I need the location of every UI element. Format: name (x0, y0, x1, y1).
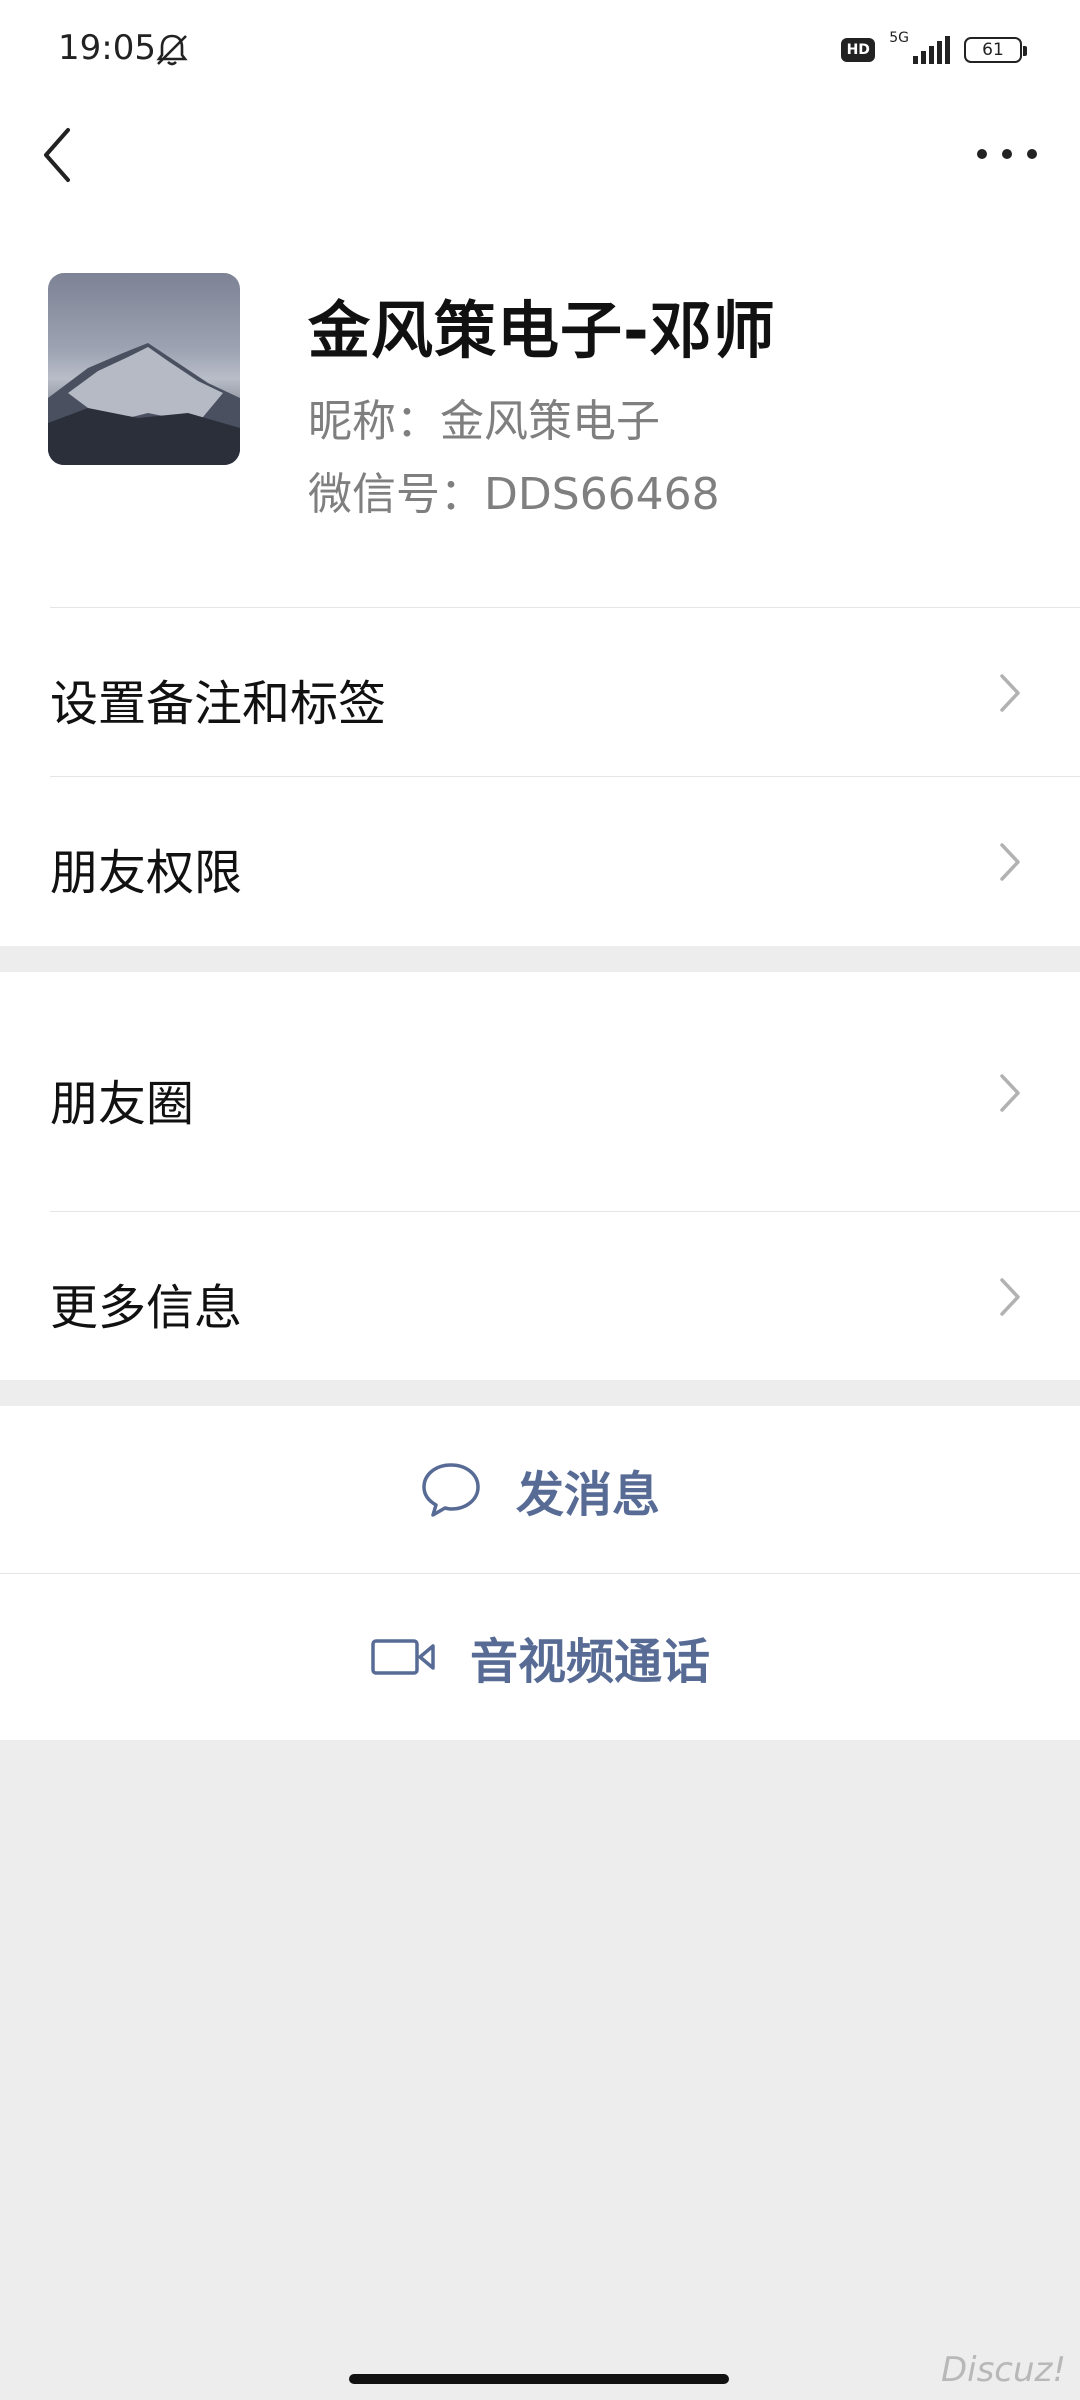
signal-icon (913, 36, 950, 64)
chevron-right-icon (1000, 843, 1020, 881)
profile-header: 金风策电子-邓师 昵称：金风策电子 微信号：DDS66468 (0, 210, 1080, 608)
battery-icon: 61 (964, 37, 1027, 63)
avatar[interactable] (48, 273, 240, 465)
contact-display-name: 金风策电子-邓师 (308, 294, 776, 367)
status-indicators: HD 5G 61 (841, 30, 1027, 70)
watermark: Discuz! (940, 2350, 1066, 2390)
chat-bubble-icon (422, 1463, 480, 1517)
row-label: 设置备注和标签 (50, 676, 387, 732)
row-remark-and-tags[interactable]: 设置备注和标签 (0, 608, 1080, 777)
more-dots-icon[interactable] (972, 136, 1042, 172)
send-message-button[interactable]: 发消息 (0, 1406, 1080, 1574)
row-label: 朋友圈 (50, 1076, 195, 1132)
top-navigation (0, 100, 1080, 210)
hd-badge: HD (841, 38, 876, 62)
info-group: 朋友圈 更多信息 (0, 972, 1080, 1380)
row-label: 更多信息 (50, 1280, 243, 1336)
back-chevron-icon[interactable] (36, 120, 80, 190)
send-message-label: 发消息 (515, 1467, 660, 1523)
row-label: 朋友权限 (50, 845, 243, 901)
chevron-right-icon (1000, 674, 1020, 712)
battery-level: 61 (982, 40, 1004, 60)
status-time: 19:05 (58, 28, 156, 68)
bell-off-icon (156, 34, 188, 66)
row-friend-permissions[interactable]: 朋友权限 (0, 777, 1080, 946)
video-camera-icon (371, 1639, 435, 1675)
status-bar: 19:05 HD 5G 61 (0, 0, 1080, 100)
contact-nickname: 昵称：金风策电子 (308, 396, 660, 447)
settings-group: 设置备注和标签 朋友权限 (0, 608, 1080, 946)
home-indicator[interactable] (349, 2374, 729, 2384)
audio-video-call-button[interactable]: 音视频通话 (0, 1574, 1080, 1740)
chevron-right-icon (1000, 1278, 1020, 1316)
chevron-right-icon (1000, 1074, 1020, 1112)
network-type: 5G (889, 30, 909, 46)
row-more-info[interactable]: 更多信息 (0, 1212, 1080, 1380)
contact-wechat-id: 微信号：DDS66468 (308, 469, 720, 520)
audio-video-call-label: 音视频通话 (469, 1634, 710, 1690)
row-moments[interactable]: 朋友圈 (0, 972, 1080, 1212)
